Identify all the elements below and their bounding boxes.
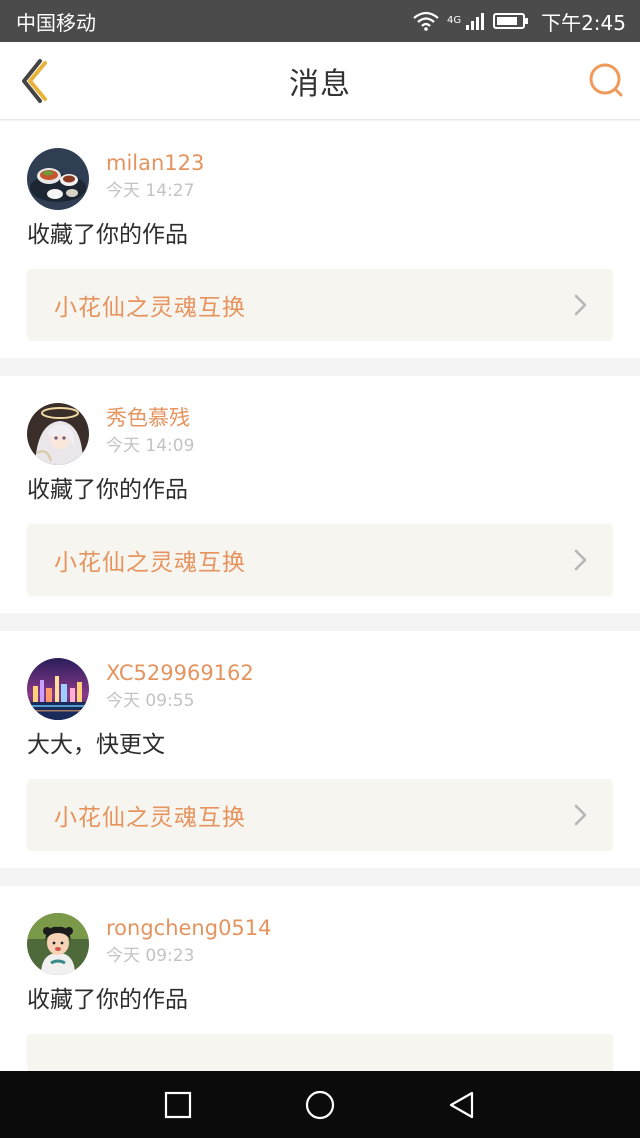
message-card: XC529969162 今天 09:55 大大，快更文 小花仙之灵魂互换 bbox=[0, 631, 640, 868]
avatar[interactable] bbox=[27, 913, 89, 975]
message-text: 收藏了你的作品 bbox=[27, 477, 188, 503]
work-title: 小花仙之灵魂互换 bbox=[54, 805, 246, 831]
avatar[interactable] bbox=[27, 148, 89, 210]
back-button[interactable] bbox=[14, 56, 54, 106]
chevron-left-icon bbox=[22, 59, 47, 103]
username[interactable]: 秀色慕残 bbox=[106, 404, 194, 432]
timestamp: 今天 14:27 bbox=[106, 180, 195, 201]
battery-icon bbox=[493, 13, 529, 29]
triangle-back-icon bbox=[449, 1091, 474, 1119]
work-title: 小花仙之灵魂互换 bbox=[54, 295, 246, 321]
username[interactable]: rongcheng0514 bbox=[106, 914, 272, 942]
timestamp: 今天 14:09 bbox=[106, 435, 195, 456]
message-header: 秀色慕残 今天 14:09 bbox=[27, 376, 613, 488]
chevron-right-icon bbox=[574, 549, 587, 571]
search-button[interactable] bbox=[586, 60, 626, 100]
anime-avatar-image bbox=[27, 403, 89, 465]
recent-apps-button[interactable] bbox=[160, 1087, 196, 1123]
message-meta: XC529969162 今天 09:55 bbox=[106, 659, 254, 714]
city-night-avatar-image bbox=[27, 658, 89, 720]
chevron-right-icon bbox=[574, 294, 587, 316]
work-link[interactable]: 小花仙之灵魂互换 bbox=[27, 524, 613, 596]
food-avatar-image bbox=[27, 148, 89, 210]
message-meta: milan123 今天 14:27 bbox=[106, 149, 204, 204]
message-text: 收藏了你的作品 bbox=[27, 222, 188, 248]
message-text: 收藏了你的作品 bbox=[27, 987, 188, 1013]
carrier-name: 中国移动 bbox=[16, 10, 96, 35]
message-header: rongcheng0514 今天 09:23 bbox=[27, 886, 613, 998]
message-card: 秀色慕残 今天 14:09 收藏了你的作品 小花仙之灵魂互换 bbox=[0, 376, 640, 613]
back-nav-button[interactable] bbox=[444, 1087, 480, 1123]
child-avatar-image bbox=[27, 913, 89, 975]
system-nav-bar bbox=[0, 1071, 640, 1138]
work-link[interactable]: 小花仙之灵魂互换 bbox=[27, 269, 613, 341]
page-title: 消息 bbox=[289, 66, 351, 102]
message-meta: rongcheng0514 今天 09:23 bbox=[106, 914, 272, 969]
home-button[interactable] bbox=[302, 1087, 338, 1123]
clock: 下午2:45 bbox=[541, 10, 626, 35]
timestamp: 今天 09:55 bbox=[106, 690, 195, 711]
username[interactable]: XC529969162 bbox=[106, 659, 254, 687]
signal-icon bbox=[466, 13, 485, 30]
username[interactable]: milan123 bbox=[106, 149, 204, 177]
message-meta: 秀色慕残 今天 14:09 bbox=[106, 404, 194, 459]
app-header: 消息 bbox=[0, 42, 640, 120]
chevron-right-icon bbox=[574, 804, 587, 826]
circle-icon bbox=[305, 1090, 335, 1120]
message-header: XC529969162 今天 09:55 bbox=[27, 631, 613, 743]
status-bar: 中国移动 4G 下午2:45 bbox=[0, 0, 640, 42]
avatar[interactable] bbox=[27, 403, 89, 465]
search-icon bbox=[589, 63, 623, 97]
message-card: milan123 今天 14:27 收藏了你的作品 小花仙之灵魂互换 bbox=[0, 121, 640, 358]
square-icon bbox=[164, 1091, 192, 1119]
screen: 中国移动 4G 下午2:45 消息 milan123 今天 14:27 收藏了你… bbox=[0, 0, 640, 1138]
message-header: milan123 今天 14:27 bbox=[27, 121, 613, 233]
message-list: milan123 今天 14:27 收藏了你的作品 小花仙之灵魂互换 秀色慕残 … bbox=[0, 121, 640, 1138]
timestamp: 今天 09:23 bbox=[106, 945, 195, 966]
wifi-icon bbox=[413, 11, 439, 31]
work-title: 小花仙之灵魂互换 bbox=[54, 550, 246, 576]
network-type: 4G bbox=[446, 14, 462, 26]
work-link[interactable]: 小花仙之灵魂互换 bbox=[27, 779, 613, 851]
avatar[interactable] bbox=[27, 658, 89, 720]
message-text: 大大，快更文 bbox=[27, 732, 165, 758]
status-indicators: 4G 下午2:45 bbox=[413, 7, 626, 36]
